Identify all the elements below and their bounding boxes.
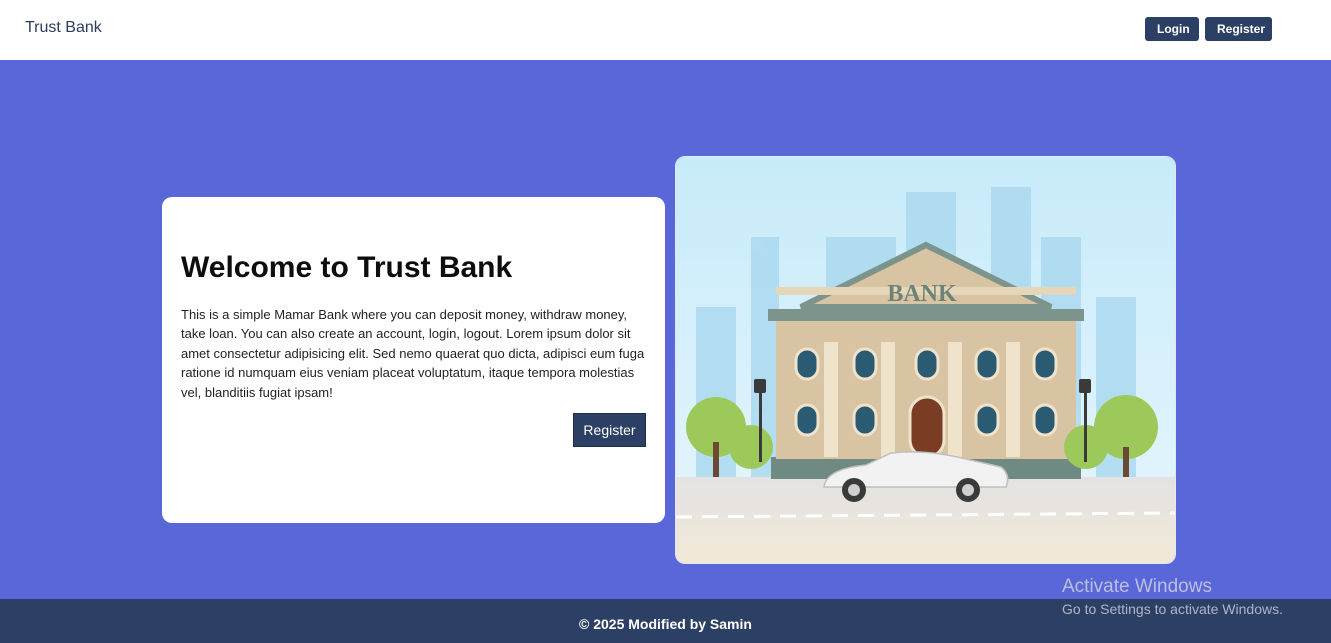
bank-building-image: BANK bbox=[676, 157, 1175, 563]
login-button[interactable]: Login bbox=[1145, 17, 1199, 41]
welcome-title: Welcome to Trust Bank bbox=[181, 251, 513, 284]
footer-copyright: © 2025 Modified by Samin bbox=[579, 616, 752, 632]
hero-register-button[interactable]: Register bbox=[573, 413, 646, 447]
welcome-description: This is a simple Mamar Bank where you ca… bbox=[181, 307, 645, 400]
welcome-card: Welcome to Trust Bank This is a simple M… bbox=[162, 197, 665, 523]
watermark-title: Activate Windows bbox=[1062, 576, 1212, 597]
register-button[interactable]: Register bbox=[1205, 17, 1272, 41]
bank-illustration: BANK bbox=[675, 156, 1176, 564]
windows-activation-watermark: Activate Windows Go to Settings to activ… bbox=[1062, 576, 1283, 617]
bank-sign: BANK bbox=[887, 281, 957, 307]
watermark-subtitle: Go to Settings to activate Windows. bbox=[1062, 601, 1283, 617]
navbar: Trust Bank Login Register bbox=[0, 0, 1331, 60]
brand-logo-text[interactable]: Trust Bank bbox=[25, 19, 102, 37]
